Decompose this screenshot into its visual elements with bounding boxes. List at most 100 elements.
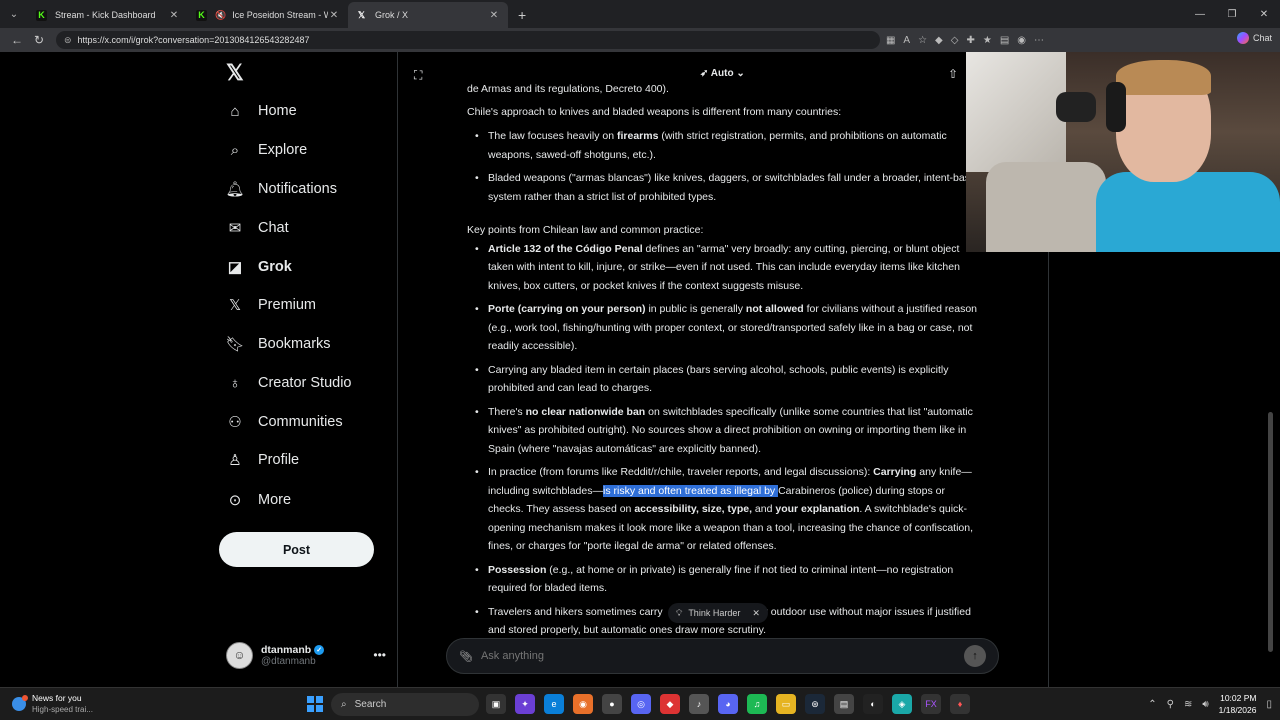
- wifi-icon[interactable]: ≋: [1184, 699, 1192, 710]
- fx-icon[interactable]: FX: [921, 694, 941, 714]
- minimize-icon[interactable]: —: [1184, 9, 1216, 20]
- close-window-icon[interactable]: ✕: [1248, 9, 1280, 20]
- steam-icon[interactable]: ⊛: [805, 694, 825, 714]
- clock[interactable]: 10:02 PM 1/18/2026: [1219, 692, 1257, 716]
- news-widget[interactable]: News for you High-speed trai...: [12, 693, 93, 715]
- app-icon[interactable]: ◈: [892, 694, 912, 714]
- close-icon[interactable]: ✕: [488, 10, 500, 21]
- app-icon[interactable]: ♦: [950, 694, 970, 714]
- more-options-icon[interactable]: •••: [373, 648, 386, 662]
- creator-icon: ♁: [229, 374, 241, 392]
- firefox-icon[interactable]: ◉: [573, 694, 593, 714]
- sidebar-item-label: Communities: [258, 414, 343, 430]
- chevron-up-icon[interactable]: ⌃: [1148, 699, 1156, 710]
- sidebar-item-grok[interactable]: ◪ Grok: [226, 252, 292, 282]
- think-harder-button[interactable]: 💡︎ Think Harder ✕: [668, 603, 768, 623]
- app-icon[interactable]: ▦: [886, 35, 895, 46]
- favorite-star-icon[interactable]: ☆: [918, 35, 927, 46]
- ask-input[interactable]: [480, 650, 964, 662]
- terminal-icon[interactable]: ▤: [834, 694, 854, 714]
- notification-icon[interactable]: ▯: [1266, 699, 1272, 710]
- address-actions: ▦ A ☆ ◆ ◇ ✚ ★ ▤ ◉ ⋯: [886, 35, 1044, 46]
- spotify-icon[interactable]: ♫: [747, 694, 767, 714]
- scrollbar[interactable]: [1268, 412, 1273, 652]
- taskbar-search[interactable]: ⌕ Search: [331, 693, 479, 716]
- volume-icon[interactable]: 🔊︎: [1202, 699, 1208, 710]
- music-icon[interactable]: ♪: [689, 694, 709, 714]
- copilot-icon[interactable]: ✦: [515, 694, 535, 714]
- folder-icon[interactable]: ▭: [776, 694, 796, 714]
- mode-selector[interactable]: ➶ Auto ⌄: [700, 68, 745, 79]
- clock-time: 10:02 PM: [1220, 693, 1257, 703]
- sidebar-item-notifications[interactable]: 🔔︎ Notifications: [225, 174, 337, 204]
- menu-icon[interactable]: ⋯: [1034, 35, 1044, 46]
- text-bold: Carrying: [873, 466, 917, 478]
- browser-tab-active[interactable]: 𝕏 Grok / X ✕: [348, 2, 508, 28]
- sidebar-item-bookmarks[interactable]: 🔖︎ Bookmarks: [225, 329, 330, 359]
- extension-icon[interactable]: ◇: [951, 35, 959, 46]
- discord-icon[interactable]: ◕: [718, 694, 738, 714]
- collections-icon[interactable]: ▤: [1000, 35, 1009, 46]
- new-tab-button[interactable]: +: [508, 2, 536, 28]
- x-logo-icon[interactable]: 𝕏: [226, 60, 244, 86]
- text: Travelers and hikers sometimes carry: [488, 605, 663, 618]
- url-field[interactable]: ⊜ https://x.com/i/grok?conversation=2013…: [56, 31, 880, 49]
- webcam-microphone: [1056, 92, 1096, 122]
- mute-icon[interactable]: 🔇: [215, 10, 226, 21]
- obs-icon[interactable]: ●: [602, 694, 622, 714]
- sidebar: 𝕏 ⌂ Home ⌕ Explore 🔔︎ Notifications ✉ Ch…: [218, 52, 398, 687]
- share-icon[interactable]: ⇧: [948, 67, 958, 81]
- back-icon[interactable]: ←: [6, 33, 28, 47]
- news-icon: [12, 695, 28, 711]
- sidebar-item-premium[interactable]: 𝕏 Premium: [226, 290, 316, 320]
- close-icon[interactable]: ✕: [752, 608, 760, 619]
- puzzle-icon[interactable]: ✚: [966, 35, 974, 46]
- browser-tab[interactable]: K Stream - Kick Dashboard ✕: [28, 2, 188, 28]
- sidebar-item-chat[interactable]: ✉ Chat: [226, 213, 289, 243]
- sidebar-item-profile[interactable]: ♙ Profile: [226, 445, 299, 475]
- app-icon[interactable]: ◐: [863, 694, 883, 714]
- expand-icon[interactable]: ⛶: [414, 68, 422, 83]
- sidebar-item-home[interactable]: ⌂ Home: [226, 96, 296, 126]
- browser-tab[interactable]: K 🔇 Ice Poseidon Stream - Watch ✕: [188, 2, 348, 28]
- edge-icon[interactable]: e: [544, 694, 564, 714]
- task-view-icon[interactable]: ▣: [486, 694, 506, 714]
- profile-icon[interactable]: ◉: [1017, 35, 1026, 46]
- favorites-icon[interactable]: ★: [983, 35, 992, 46]
- windows-start-icon[interactable]: [307, 696, 323, 712]
- post-button[interactable]: Post: [219, 532, 374, 567]
- close-icon[interactable]: ✕: [328, 10, 340, 21]
- read-aloud-icon[interactable]: A: [903, 35, 910, 46]
- account-switcher[interactable]: ☺ dtanmanb ✓ @dtanmanb •••: [226, 637, 386, 673]
- location-icon[interactable]: ⚲: [1167, 699, 1174, 710]
- sidebar-item-label: Creator Studio: [258, 375, 352, 391]
- app-icon[interactable]: ◆: [660, 694, 680, 714]
- kick-icon: K: [36, 9, 47, 21]
- maximize-icon[interactable]: ❐: [1216, 9, 1248, 20]
- text-bold: Possession: [488, 563, 547, 576]
- sidebar-item-explore[interactable]: ⌕ Explore: [226, 135, 307, 165]
- tab-search-icon[interactable]: ⌄: [0, 0, 28, 28]
- grok-icon: ◪: [227, 259, 243, 276]
- search-icon: ⌕: [341, 699, 347, 710]
- sidebar-item-communities[interactable]: ⚇ Communities: [226, 407, 343, 437]
- tab-title: Grok / X: [375, 10, 409, 20]
- attach-icon[interactable]: 📎︎: [459, 650, 473, 663]
- selected-text[interactable]: is risky and often treated as illegal by: [602, 484, 779, 497]
- extension-icon[interactable]: ◆: [935, 35, 943, 46]
- text: in public is generally: [645, 303, 746, 315]
- text-bold: your explanation: [775, 503, 860, 515]
- refresh-icon[interactable]: ↻: [28, 33, 50, 47]
- copilot-chat-button[interactable]: Chat: [1236, 32, 1272, 44]
- sidebar-item-more[interactable]: ⊙ More: [226, 485, 291, 515]
- sidebar-item-creator-studio[interactable]: ♁ Creator Studio: [226, 368, 352, 398]
- site-info-icon[interactable]: ⊜: [64, 35, 72, 46]
- close-icon[interactable]: ✕: [168, 10, 180, 21]
- list-item: There's no clear nationwide ban on switc…: [475, 403, 982, 459]
- profile-name-row: dtanmanb ✓: [261, 644, 325, 656]
- divider: [397, 52, 398, 687]
- send-icon[interactable]: ↑: [964, 645, 986, 667]
- app-icon[interactable]: ◎: [631, 694, 651, 714]
- news-title: News for you: [32, 693, 82, 703]
- think-harder-label: Think Harder: [688, 608, 741, 618]
